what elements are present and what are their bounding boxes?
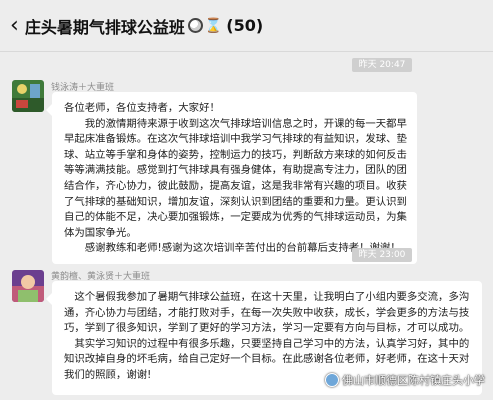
volleyball-icon [187, 18, 203, 33]
message-paragraph: 这个暑假我参加了暑期气排球公益班，在这十天里，让我明白了小组内要多交流，多沟通，… [64, 291, 470, 335]
timestamp: 昨天 20:47 [352, 58, 412, 72]
message-paragraph: 我的激情期待来源于收到这次气排球培训信息之时，开课的每一天都早早起床准备锻炼。在… [64, 117, 407, 239]
avatar[interactable] [12, 80, 44, 112]
message-paragraph: 各位老师，各位支持者，大家好！ [64, 102, 220, 114]
watermark: 佛山市顺德区陈村镇庄头小学 [325, 372, 485, 388]
school-logo-icon [325, 373, 339, 387]
avatar[interactable] [12, 270, 44, 302]
chat-header: ‹ 庄头暑期气排球公益班 ⌛ (50) [0, 0, 493, 52]
chat-title: 庄头暑期气排球公益班 [24, 17, 185, 37]
watermark-text: 佛山市顺德区陈村镇庄头小学 [342, 374, 485, 387]
chevron-left-icon[interactable]: ‹ [10, 13, 19, 38]
timestamp: 昨天 23:00 [352, 248, 412, 262]
member-count: (50) [226, 16, 264, 35]
message-bubble[interactable]: 各位老师，各位支持者，大家好！ 我的激情期待来源于收到这次气排球培训信息之时，开… [46, 92, 417, 264]
hourglass-icon: ⌛ [204, 17, 223, 34]
